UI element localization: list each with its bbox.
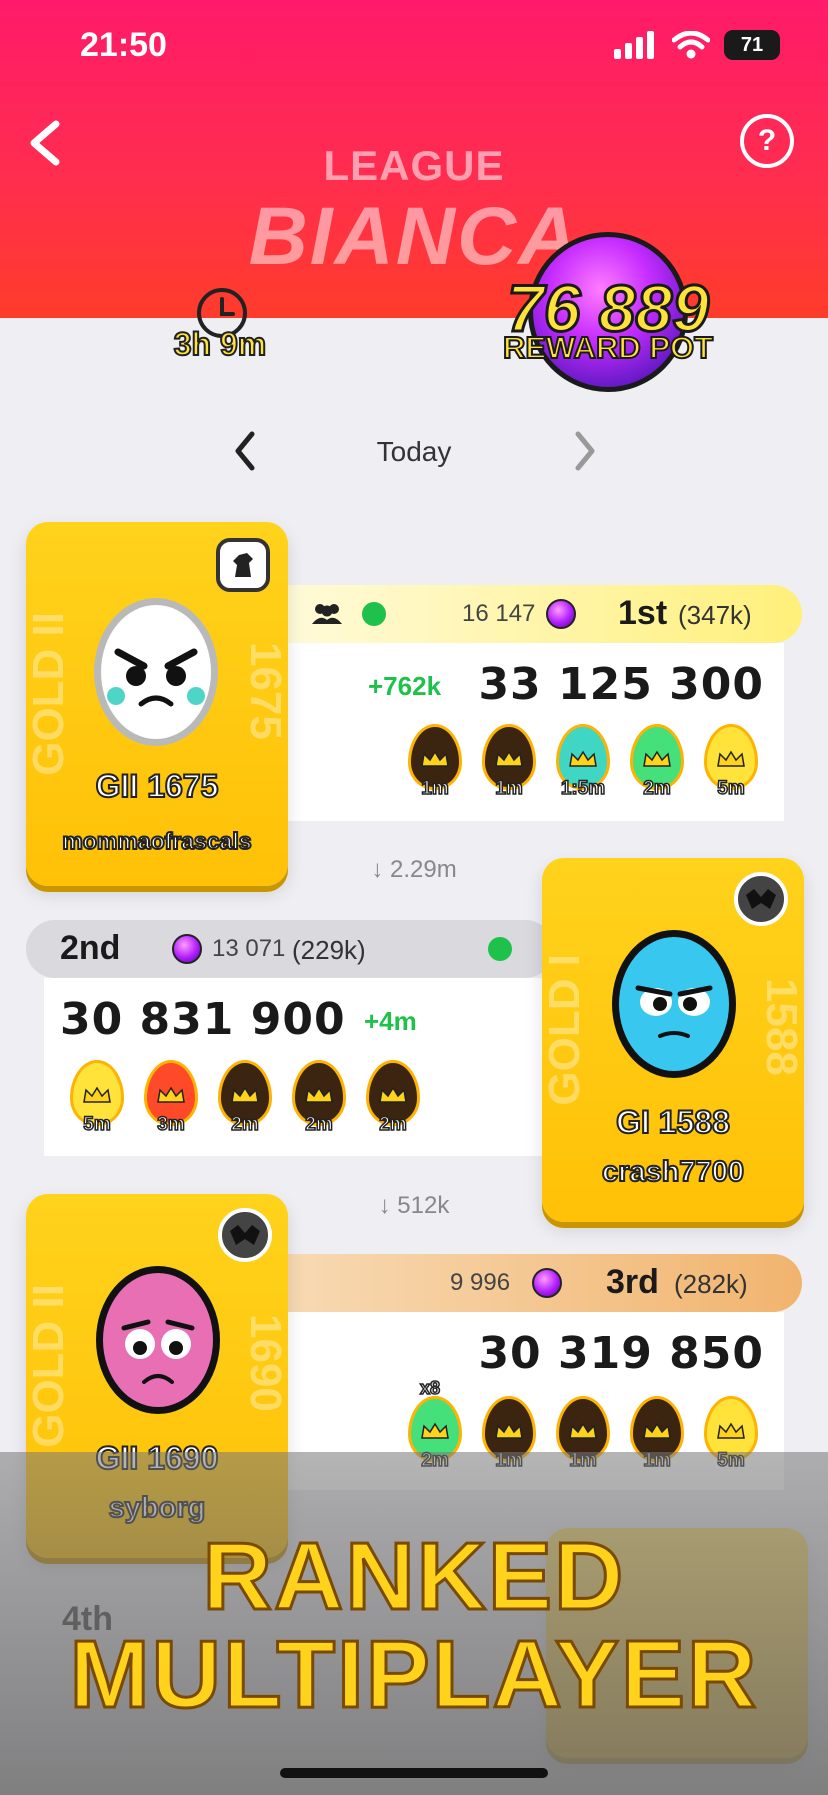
avatar-egg	[612, 930, 736, 1078]
crown-icon	[495, 1422, 523, 1439]
online-indicator	[362, 602, 386, 626]
crown-icon	[717, 750, 745, 767]
gem-icon	[172, 934, 202, 964]
egg-item: 3m	[142, 1060, 200, 1138]
egg-time: 1:5m	[560, 777, 606, 800]
online-indicator	[488, 937, 512, 961]
gem-icon	[532, 1268, 562, 1298]
egg-time: 2m	[643, 777, 672, 800]
crown-icon	[643, 1422, 671, 1439]
player-score: 30 831 900	[60, 994, 346, 1045]
egg-time: 2m	[305, 1113, 334, 1136]
egg-item: 2m	[364, 1060, 422, 1138]
crown-icon	[231, 1086, 259, 1103]
crown-icon	[421, 750, 449, 767]
egg-time: 2m	[231, 1113, 260, 1136]
rank-bar-second: 2nd 13 071 (229k)	[26, 920, 554, 978]
egg-time: 5m	[83, 1113, 112, 1136]
tier-side-label: GOLD II	[26, 612, 73, 776]
crown-icon	[83, 1086, 111, 1103]
wifi-icon	[672, 31, 710, 59]
score-gain: +4m	[364, 1006, 417, 1036]
rank-points: (229k)	[292, 935, 366, 965]
side-number: 1690	[241, 1314, 288, 1412]
player-rank: 1st	[618, 594, 668, 632]
home-indicator	[280, 1768, 548, 1778]
crown-icon	[569, 1422, 597, 1439]
player-username: mommaofrascals	[61, 827, 252, 855]
crown-icon	[157, 1086, 185, 1103]
party-icon	[312, 604, 342, 624]
player-score: 33 125 300	[478, 659, 764, 710]
battery-icon: 71	[724, 30, 780, 60]
egg-time: 1m	[421, 777, 450, 800]
status-time: 21:50	[80, 26, 167, 64]
gem-count: 9 996	[450, 1269, 511, 1296]
league-label: LEAGUE	[323, 142, 505, 189]
rank-points: (347k)	[678, 600, 752, 630]
crown-icon	[643, 750, 671, 767]
player-card[interactable]: GOLD I 1588 GI 1588 crash7700	[542, 858, 804, 1222]
egg-item: 1:5m	[554, 724, 612, 802]
player-card[interactable]: GOLD II 1675 GII 1675 mommaofrascals	[26, 522, 288, 886]
status-icons: 71	[614, 30, 780, 60]
egg-item: 2m	[290, 1060, 348, 1138]
tier-side-label: GOLD I	[542, 954, 589, 1106]
egg-item: 2m	[628, 724, 686, 802]
player-rank: 3rd	[606, 1263, 659, 1301]
player-rank: 2nd	[60, 929, 121, 967]
avatar-egg	[94, 598, 218, 746]
rank-points: (282k)	[674, 1269, 748, 1299]
side-number: 1588	[757, 978, 804, 1076]
crown-icon	[495, 750, 523, 767]
egg-time: 2m	[379, 1113, 408, 1136]
signal-icon	[614, 31, 654, 59]
crown-icon	[379, 1086, 407, 1103]
egg-row: 5m 3m 2m 2m 2m	[68, 1060, 422, 1138]
egg-item: 1m	[406, 724, 464, 802]
egg-item: 5m	[68, 1060, 126, 1138]
score-gain: +762k	[368, 671, 442, 701]
league-timer: 3h 9m	[173, 325, 267, 363]
player-score: 30 319 850	[478, 1328, 764, 1379]
tier-side-label: GOLD II	[26, 1284, 73, 1448]
player-level: GI 1588	[615, 1103, 731, 1141]
crown-icon	[305, 1086, 333, 1103]
crown-icon	[569, 750, 597, 767]
player-level: GII 1675	[95, 767, 220, 805]
egg-item: 1m	[480, 724, 538, 802]
egg-time: 3m	[157, 1113, 186, 1136]
gem-icon	[546, 599, 576, 629]
egg-item: 5m	[702, 724, 760, 802]
reward-pot-label: REWARD POT	[502, 329, 714, 366]
crown-icon	[421, 1422, 449, 1439]
avatar-egg	[96, 1266, 220, 1414]
egg-row: 1m 1m 1:5m 2m 5m	[406, 724, 760, 802]
day-navigator: Today	[0, 428, 828, 478]
egg-time: 1m	[495, 777, 524, 800]
gem-count: 16 147	[462, 600, 536, 627]
day-label: Today	[376, 436, 452, 467]
rank-bar-first: 16 147 1st (347k)	[250, 585, 802, 643]
side-number: 1675	[241, 642, 288, 740]
crown-icon	[717, 1422, 745, 1439]
gem-count: 13 071	[212, 935, 286, 962]
rank-bar-third: 9 996 3rd (282k)	[250, 1254, 802, 1312]
promo-title-line2: MULTIPLAYER	[68, 1620, 759, 1730]
egg-item: 2m	[216, 1060, 274, 1138]
next-day-icon[interactable]	[568, 428, 602, 474]
promo-title-line1: RANKED	[201, 1522, 626, 1632]
egg-time: 5m	[717, 777, 746, 800]
player-username: crash7700	[601, 1155, 745, 1189]
egg-multiplier: x8	[419, 1377, 441, 1399]
